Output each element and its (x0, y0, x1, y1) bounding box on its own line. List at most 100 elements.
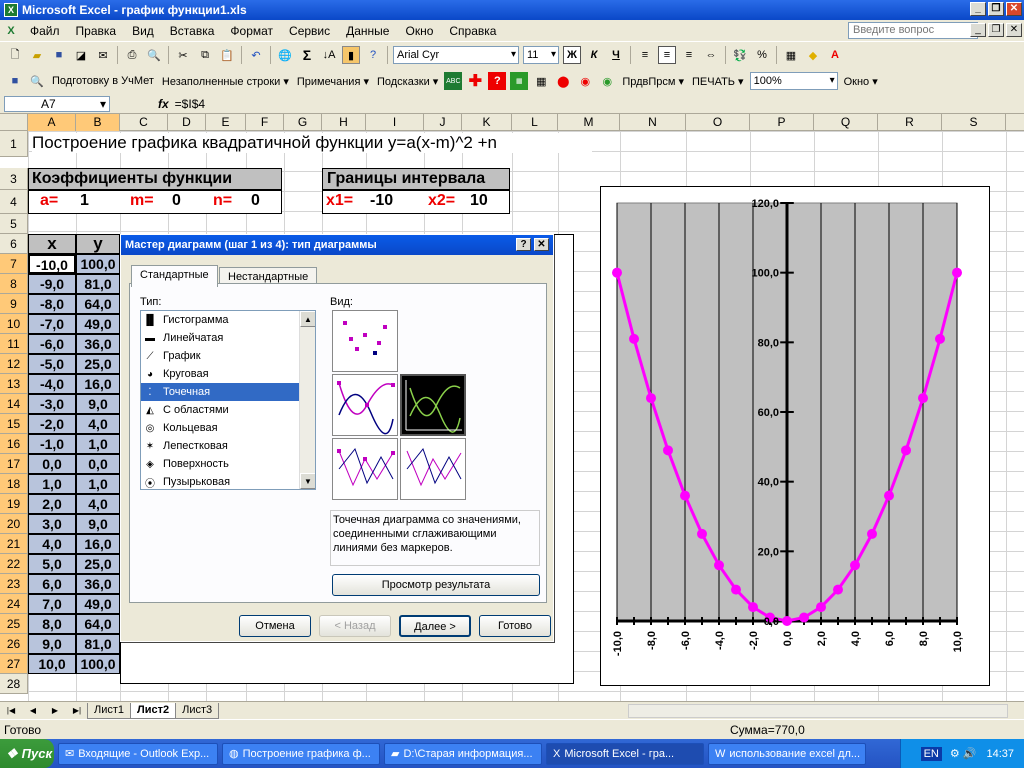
x-value-cell[interactable]: -9,0 (28, 274, 76, 294)
select-all-corner[interactable] (0, 114, 28, 131)
x-value-cell[interactable]: -10,0 (28, 254, 76, 274)
y-value-cell[interactable]: 49,0 (76, 314, 120, 334)
y-column-header[interactable]: y (76, 234, 120, 254)
column-header[interactable]: L (512, 114, 558, 131)
doc-close-button[interactable]: ✕ (1006, 23, 1022, 37)
scroll-up-icon[interactable]: ▲ (300, 311, 315, 327)
column-header[interactable]: N (620, 114, 686, 131)
green-circle-icon[interactable]: ◉ (598, 72, 616, 90)
x-value-cell[interactable]: 7,0 (28, 594, 76, 614)
align-right-icon[interactable]: ≡ (680, 46, 698, 64)
copy-icon[interactable]: ⧉ (196, 46, 214, 64)
row-header[interactable]: 16 (0, 434, 28, 454)
x1-label[interactable]: x1= (326, 192, 353, 210)
red-square-icon[interactable]: ◉ (576, 72, 594, 90)
y-value-cell[interactable]: 100,0 (76, 654, 120, 674)
chart-type-list[interactable]: ▐▌ Гистограмма ▬ Линейчатая ⟋ График ◕ Круговая… (140, 310, 316, 490)
x-value-cell[interactable]: 1,0 (28, 474, 76, 494)
x-value-cell[interactable]: 9,0 (28, 634, 76, 654)
merge-center-icon[interactable]: ⇔ (702, 46, 720, 64)
y-value-cell[interactable]: 64,0 (76, 614, 120, 634)
menu-file[interactable]: Файл (22, 24, 68, 38)
currency-icon[interactable]: 💱 (731, 46, 749, 64)
x-value-cell[interactable]: 0,0 (28, 454, 76, 474)
x-value-cell[interactable]: 2,0 (28, 494, 76, 514)
column-header[interactable]: A (28, 114, 76, 131)
x-value-cell[interactable]: -2,0 (28, 414, 76, 434)
align-center-icon[interactable]: ≡ (658, 46, 676, 64)
zoom-select[interactable]: 100% (749, 72, 838, 90)
a-value[interactable]: 1 (80, 192, 89, 210)
x-value-cell[interactable]: -4,0 (28, 374, 76, 394)
name-box[interactable]: A7 (4, 95, 110, 112)
n-value[interactable]: 0 (251, 192, 260, 210)
column-header[interactable]: J (424, 114, 462, 131)
green-grid-icon[interactable]: ▦ (510, 72, 529, 90)
y-value-cell[interactable]: 49,0 (76, 594, 120, 614)
menu-format[interactable]: Формат (222, 24, 281, 38)
paste-icon[interactable]: 📋 (218, 46, 236, 64)
column-header[interactable]: O (686, 114, 750, 131)
dialog-help-button[interactable]: ? (516, 238, 531, 251)
chart-type-item[interactable]: ◎ Кольцевая (141, 419, 315, 437)
language-indicator[interactable]: EN (920, 746, 942, 761)
add-red-icon[interactable]: ✚ (466, 72, 484, 90)
column-header[interactable]: P (750, 114, 814, 131)
menu-help[interactable]: Справка (441, 24, 504, 38)
row-header[interactable]: 8 (0, 274, 28, 294)
print-preview-icon[interactable]: 🔍 (145, 46, 163, 64)
y-value-cell[interactable]: 64,0 (76, 294, 120, 314)
column-header[interactable]: C (120, 114, 168, 131)
row-header[interactable]: 19 (0, 494, 28, 514)
y-value-cell[interactable]: 25,0 (76, 554, 120, 574)
prdvprsm-menu[interactable]: ПрдвПрсм ▾ (618, 75, 688, 88)
close-button[interactable]: ✕ (1006, 2, 1022, 16)
row-header[interactable]: 3 (0, 168, 28, 190)
column-header[interactable]: R (878, 114, 942, 131)
chart-type-item[interactable]: ◭ С областями (141, 401, 315, 419)
row-header[interactable]: 24 (0, 594, 28, 614)
doc-minimize-button[interactable]: _ (970, 23, 986, 37)
next-button[interactable]: Далее > (399, 615, 471, 637)
subtype-smooth-markers[interactable] (332, 374, 398, 436)
x-value-cell[interactable]: 3,0 (28, 514, 76, 534)
x-value-cell[interactable]: -1,0 (28, 434, 76, 454)
autosum-icon[interactable]: Σ (298, 46, 316, 64)
subtype-lines-markers[interactable] (332, 438, 398, 500)
x-value-cell[interactable]: 8,0 (28, 614, 76, 634)
subtype-scatter-markers[interactable] (332, 310, 398, 372)
y-value-cell[interactable]: 4,0 (76, 414, 120, 434)
row-header[interactable]: 23 (0, 574, 28, 594)
email-icon[interactable]: ✉ (94, 46, 112, 64)
chart-type-item[interactable]: ◈ Поверхность (141, 455, 315, 473)
row-header[interactable]: 5 (0, 214, 28, 234)
column-header[interactable]: F (246, 114, 284, 131)
n-label[interactable]: n= (213, 192, 232, 210)
abc-icon[interactable]: ABC (444, 72, 463, 90)
minimize-button[interactable]: _ (970, 2, 986, 16)
x2-value[interactable]: 10 (470, 192, 488, 210)
task-firefox[interactable]: ◍ Построение графика ф... (222, 742, 380, 765)
row-header[interactable]: 11 (0, 334, 28, 354)
print-menu[interactable]: ПЕЧАТЬ ▾ (688, 75, 748, 88)
row-header[interactable]: 1 (0, 131, 28, 157)
preview-icon[interactable]: 🔍 (28, 72, 46, 90)
x-column-header[interactable]: x (28, 234, 76, 254)
column-header[interactable]: S (942, 114, 1006, 131)
y-value-cell[interactable]: 16,0 (76, 534, 120, 554)
row-header[interactable]: 14 (0, 394, 28, 414)
next-sheet-icon[interactable]: ▶ (46, 702, 64, 720)
y-value-cell[interactable]: 81,0 (76, 274, 120, 294)
italic-icon[interactable]: К (585, 46, 603, 64)
chart-type-item[interactable]: ▐▌ Гистограмма (141, 311, 315, 329)
sort-ascending-icon[interactable]: ↓A (320, 46, 338, 64)
row-header[interactable]: 12 (0, 354, 28, 374)
finish-button[interactable]: Готово (479, 615, 551, 637)
window-menu[interactable]: Окно ▾ (840, 75, 882, 88)
hints-menu[interactable]: Подсказки ▾ (373, 75, 442, 88)
fill-color-icon[interactable]: ◆ (804, 46, 822, 64)
comments-menu[interactable]: Примечания ▾ (293, 75, 373, 88)
row-header[interactable]: 20 (0, 514, 28, 534)
last-sheet-icon[interactable]: ▶| (68, 702, 86, 720)
percent-icon[interactable]: % (753, 46, 771, 64)
